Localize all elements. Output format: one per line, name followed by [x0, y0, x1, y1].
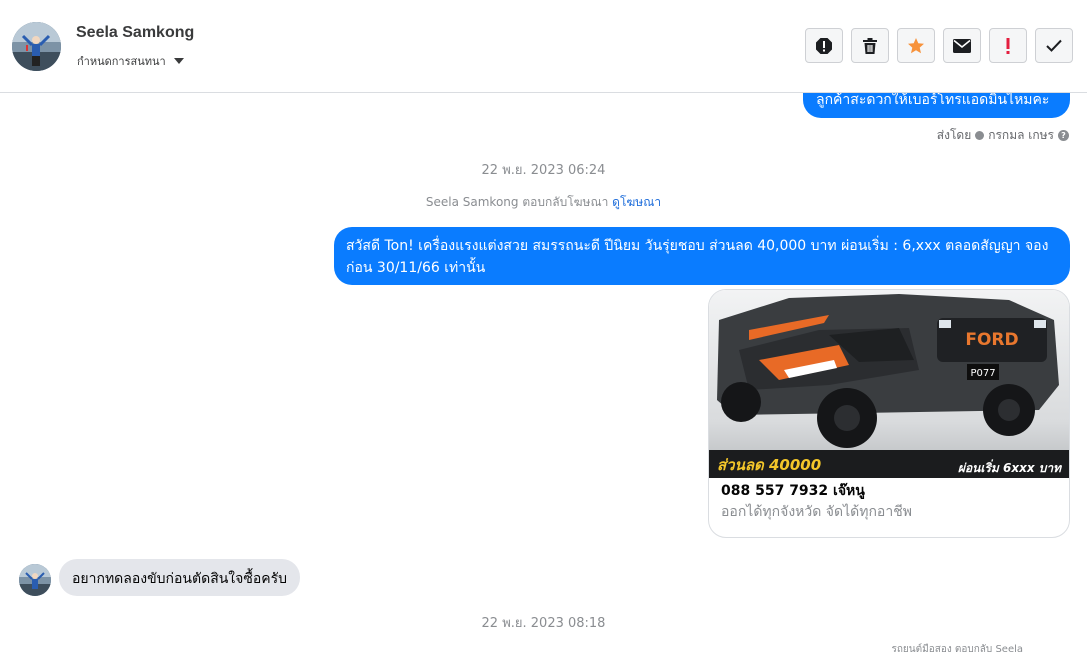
avatar-photo	[12, 22, 61, 71]
avatar-photo	[19, 564, 51, 596]
installment-text: ผ่อนเริ่ม 6xxx บาท	[958, 459, 1062, 475]
assign-label: กำหนดการสนทนา	[77, 55, 166, 68]
mark-done-button[interactable]	[1035, 28, 1073, 63]
star-button[interactable]	[897, 28, 935, 63]
discount-text: ส่วนลด 40000	[717, 456, 821, 474]
help-icon[interactable]: ?	[1058, 130, 1069, 141]
reply-indicator: รถยนต์มือสอง ตอบกลับ Seela	[891, 644, 1024, 655]
sent-by-label: ส่งโดย	[936, 128, 972, 142]
trash-icon	[863, 37, 877, 54]
verified-icon	[975, 131, 985, 140]
contact-avatar-small[interactable]	[19, 564, 51, 596]
contact-avatar[interactable]	[12, 22, 61, 71]
contact-name: Seela Samkong	[76, 24, 195, 41]
license-plate: P077	[970, 368, 995, 379]
ad-card[interactable]: FORD P077 ส่วนลด 40000 ผ่อนเริ่ม 6xxx บา…	[708, 289, 1070, 538]
exclamation-icon	[1006, 37, 1010, 54]
assign-conversation-dropdown[interactable]: กำหนดการสนทนา	[77, 52, 184, 70]
sent-by-name: กรกมล เกษร	[988, 128, 1054, 142]
ad-reply-context: Seela Samkong ตอบกลับโฆษณา ดูโฆษณา	[0, 193, 1087, 212]
chat-window: ลูกค้าสะดวกให้เบอร์โทรแอดมินไหมคะ Seela …	[0, 0, 1087, 659]
conversation-toolbar	[805, 28, 1073, 63]
star-icon	[908, 37, 924, 53]
grille-text: FORD	[965, 330, 1018, 350]
message-bubble-incoming[interactable]: อยากทดลองขับก่อนตัดสินใจซื้อครับ	[59, 559, 301, 596]
ad-image[interactable]: FORD P077 ส่วนลด 40000 ผ่อนเริ่ม 6xxx บา…	[709, 290, 1070, 478]
timestamp: 22 พ.ย. 2023 08:18	[481, 616, 606, 631]
mark-unread-button[interactable]	[943, 28, 981, 63]
delete-button[interactable]	[851, 28, 889, 63]
follow-up-button[interactable]	[989, 28, 1027, 63]
envelope-icon	[953, 38, 971, 53]
alert-icon	[816, 37, 832, 54]
message-bubble-outgoing[interactable]: สวัสดี Ton! เครื่องแรงแต่งสวย สมรรถนะดี …	[334, 227, 1070, 285]
view-ad-link[interactable]: ดูโฆษณา	[612, 195, 661, 209]
timestamp: 22 พ.ย. 2023 06:24	[481, 163, 606, 178]
caret-down-icon	[173, 58, 184, 64]
ad-card-subtitle: ออกได้ทุกจังหวัด จัดได้ทุกอาชีพ	[721, 504, 912, 520]
mark-spam-button[interactable]	[805, 28, 843, 63]
conversation-header: Seela Samkong กำหนดการสนทนา	[0, 0, 1087, 93]
sent-by-line: ส่งโดย กรกมล เกษร ?	[937, 126, 1069, 145]
check-icon	[1046, 39, 1062, 52]
ad-card-title: 088 557 7932 เจ๊หนู	[721, 483, 865, 499]
ad-reply-prefix: Seela Samkong ตอบกลับโฆษณา	[425, 195, 609, 209]
